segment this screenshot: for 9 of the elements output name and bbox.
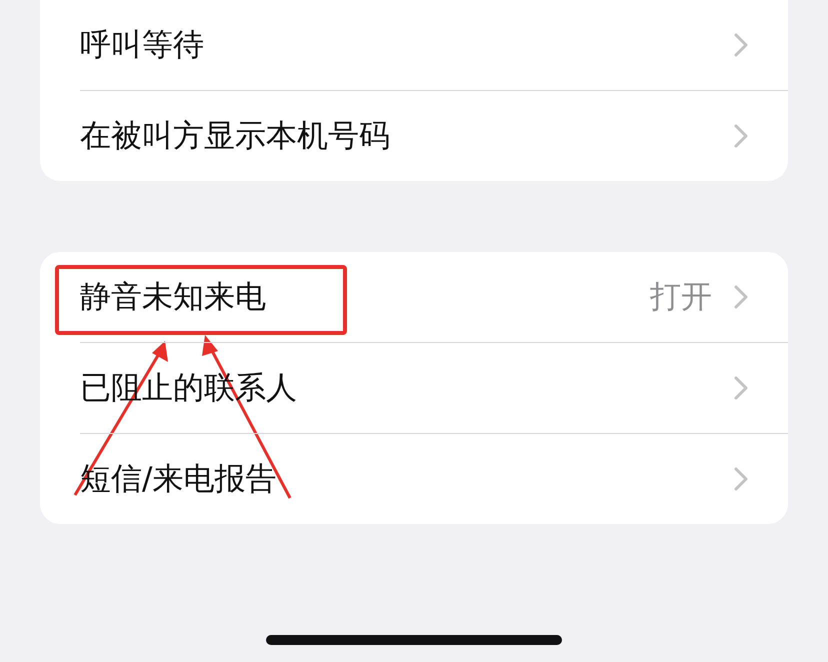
chevron-icon[interactable] bbox=[734, 33, 748, 57]
setting-label[interactable]: 在被叫方显示本机号码 bbox=[80, 115, 734, 157]
chevron-icon[interactable] bbox=[734, 467, 748, 491]
chevron-icon[interactable] bbox=[734, 285, 748, 309]
chevron-icon[interactable] bbox=[734, 376, 748, 400]
setting-label[interactable]: 呼叫等待 bbox=[80, 24, 734, 66]
chevron-icon[interactable] bbox=[734, 124, 748, 148]
setting-value: 打开 bbox=[650, 278, 712, 317]
setting-label[interactable]: 静音未知来电 bbox=[80, 276, 650, 318]
